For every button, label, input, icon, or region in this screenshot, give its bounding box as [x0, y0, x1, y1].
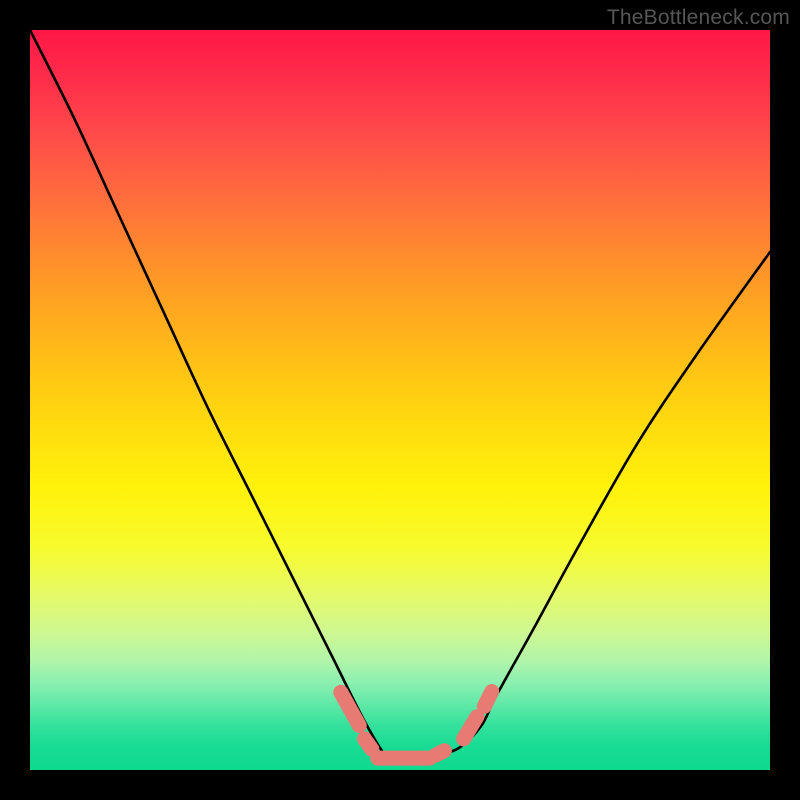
chart-frame: TheBottleneck.com [0, 0, 800, 800]
optimal-range-marker-segment [364, 739, 371, 749]
optimal-range-markers [341, 692, 492, 759]
optimal-range-marker-segment [436, 751, 445, 755]
plot-area [30, 30, 770, 770]
watermark-text: TheBottleneck.com [607, 6, 790, 30]
curve-layer [30, 30, 770, 770]
bottleneck-curve [30, 30, 770, 764]
optimal-range-marker-segment [484, 692, 491, 707]
optimal-range-marker-segment [341, 692, 360, 725]
